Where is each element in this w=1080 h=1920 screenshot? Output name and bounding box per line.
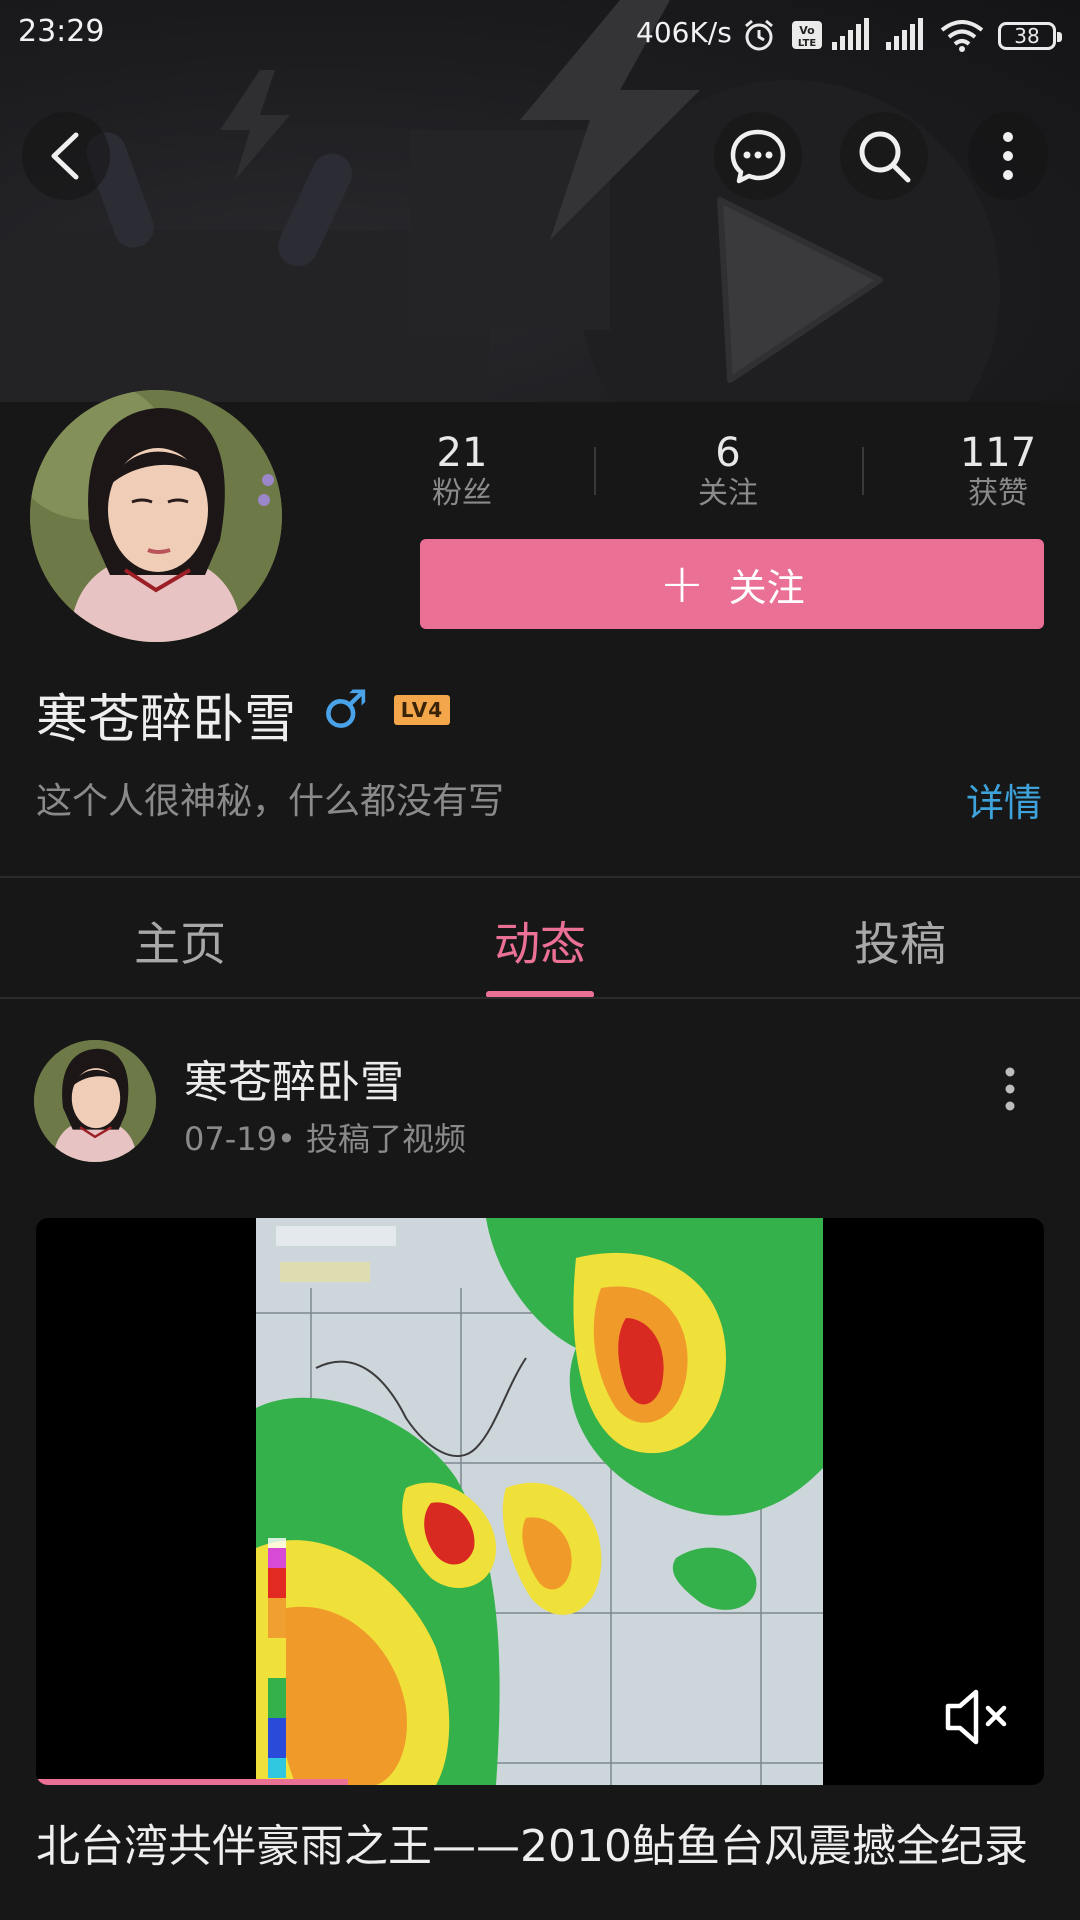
message-icon (730, 129, 786, 184)
stat-label: 粉丝 (432, 476, 492, 511)
divider (0, 876, 1080, 878)
tab-dynamics[interactable]: 动态 (494, 908, 586, 974)
stat-value: 6 (715, 430, 741, 476)
back-button[interactable] (22, 112, 110, 200)
plus-icon: + (659, 552, 705, 615)
stat-label: 关注 (698, 476, 758, 511)
back-icon (51, 132, 79, 180)
message-button[interactable] (714, 112, 802, 200)
svg-text:LTE: LTE (798, 38, 817, 49)
stat-fans[interactable]: 21 粉丝 (382, 430, 542, 512)
stat-label: 获赞 (968, 476, 1028, 511)
video-title[interactable]: 北台湾共伴豪雨之王——2010鲇鱼台风震撼全纪录 (36, 1810, 1028, 1874)
video-player[interactable] (36, 1218, 1044, 1785)
wifi-icon (940, 20, 984, 52)
stat-value: 117 (959, 430, 1037, 476)
battery-icon: 38 (998, 22, 1062, 50)
stat-likes[interactable]: 117 获赞 (918, 430, 1078, 512)
follow-button[interactable]: + 关注 (420, 539, 1044, 629)
signal-icon (886, 18, 923, 50)
video-thumbnail (256, 1218, 823, 1785)
more-vertical-icon (1003, 132, 1013, 180)
signal-icon (832, 18, 869, 50)
divider (0, 997, 1080, 999)
details-link[interactable]: 详情 (966, 772, 1042, 827)
post-author-name[interactable]: 寒苍醉卧雪 (184, 1046, 404, 1110)
tab-home[interactable]: 主页 (134, 908, 226, 974)
svg-text:Vo: Vo (799, 24, 815, 37)
alarm-icon (745, 19, 773, 51)
more-button[interactable] (968, 112, 1048, 200)
stat-value: 21 (436, 430, 488, 476)
search-icon (859, 131, 911, 183)
status-time: 23:29 (18, 14, 105, 49)
search-button[interactable] (840, 112, 928, 200)
tab-submissions[interactable]: 投稿 (854, 908, 946, 974)
post-author-avatar[interactable] (34, 1040, 156, 1162)
mute-icon[interactable] (942, 1684, 1012, 1750)
volte-icon: Vo LTE (792, 21, 822, 49)
status-bar: 23:29 406K/s Vo LTE 38 (0, 0, 1080, 70)
stat-divider (594, 447, 596, 495)
level-badge: LV4 (394, 695, 450, 725)
post-more-icon[interactable] (1000, 1066, 1020, 1112)
follow-button-label: 关注 (728, 565, 805, 610)
profile-avatar[interactable] (30, 390, 282, 642)
network-speed: 406K/s (636, 16, 732, 49)
post-meta: 07-19• 投稿了视频 (184, 1120, 467, 1158)
profile-bio: 这个人很神秘，什么都没有写 (36, 781, 505, 822)
stat-following[interactable]: 6 关注 (648, 430, 808, 512)
video-progress-bar (36, 1779, 349, 1785)
username: 寒苍醉卧雪 (36, 690, 297, 750)
male-gender-icon: ♂ (322, 680, 369, 740)
stat-divider (862, 447, 864, 495)
